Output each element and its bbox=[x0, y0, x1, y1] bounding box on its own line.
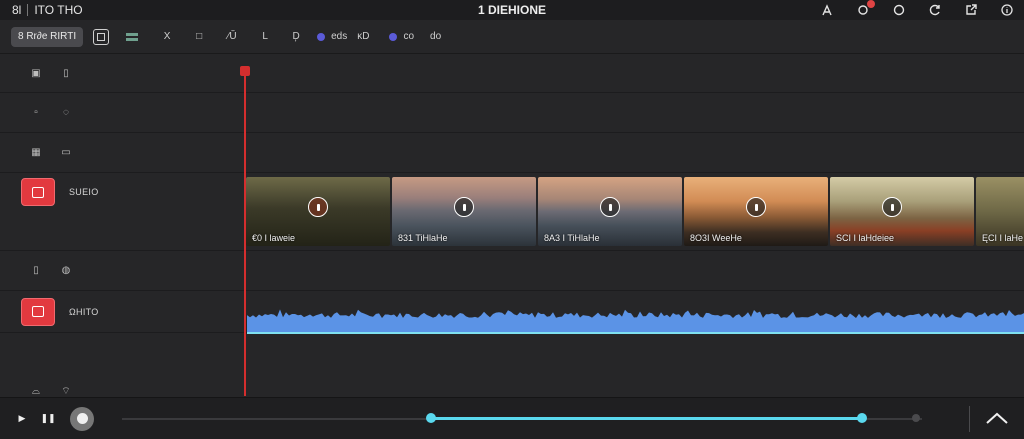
clip-preview-icon[interactable] bbox=[600, 197, 620, 217]
track-header-2: ▫ ◌ bbox=[0, 93, 244, 132]
visibility-icon[interactable]: ⌔ bbox=[59, 384, 73, 398]
tag-1-extra: ĸD bbox=[357, 31, 370, 42]
video-track-label: SUEIO bbox=[69, 187, 99, 197]
track-header-1: ▣ ▯ bbox=[0, 54, 244, 92]
track-header-3: ▦ ▭ bbox=[0, 133, 244, 172]
play-icon[interactable]: ▶ bbox=[14, 411, 30, 427]
video-clip[interactable]: ĘCI I laHe bbox=[976, 177, 1024, 246]
audio-track-button[interactable] bbox=[21, 297, 55, 326]
refresh-icon[interactable] bbox=[928, 3, 942, 17]
record-icon[interactable] bbox=[892, 3, 906, 17]
visibility-icon[interactable]: ◌ bbox=[59, 106, 73, 120]
lock-icon[interactable]: ▯ bbox=[29, 264, 43, 278]
tag-2[interactable]: co do bbox=[389, 28, 441, 46]
clip-label: 8A3 I TiHlaHe bbox=[544, 233, 600, 243]
editor-toolbar: 8 Rr∂e RIRTI X □ ⁄Ŭ L D̦ eds ĸD co do bbox=[0, 20, 1024, 54]
audio-track-label: ΩHITO bbox=[69, 306, 99, 317]
clip-preview-icon[interactable] bbox=[454, 197, 474, 217]
export-icon[interactable] bbox=[964, 3, 978, 17]
clip-preview-icon[interactable] bbox=[746, 197, 766, 217]
clip-label: 8O3I WeeHe bbox=[690, 233, 742, 243]
audio-baseline bbox=[247, 332, 1024, 334]
crop-tool[interactable]: □ bbox=[193, 28, 205, 46]
playhead[interactable] bbox=[244, 66, 246, 396]
app-menu-label[interactable]: 8l bbox=[12, 3, 21, 17]
clip-label: SCI I laHdeiee bbox=[836, 233, 895, 243]
audio-track-icon bbox=[32, 306, 44, 317]
video-clip[interactable]: 8A3 I TiHlaHe bbox=[538, 177, 682, 246]
main-tool-button[interactable]: 8 Rr∂e RIRTI bbox=[11, 26, 84, 47]
zoom-dot[interactable] bbox=[912, 414, 920, 422]
clip-label: 831 TiHlaHe bbox=[398, 233, 448, 243]
track-header-4: ▯ ◍ bbox=[0, 251, 244, 290]
video-editor-app: 8l ITO THO 1 DIEHIONE 8 Rr∂e RIRTI X □ ⁄… bbox=[0, 0, 1024, 439]
video-clip[interactable]: €0 I laweie bbox=[246, 177, 390, 246]
video-clip[interactable]: 831 TiHlaHe bbox=[392, 177, 536, 246]
text-tool[interactable]: L bbox=[259, 28, 271, 46]
range-end-handle[interactable] bbox=[857, 413, 867, 423]
audio-waveform-shape bbox=[247, 309, 1024, 332]
track-row-4: ▯ ◍ bbox=[0, 251, 1024, 291]
transform-tool[interactable]: ⁄Ŭ bbox=[225, 28, 239, 46]
video-track-button[interactable] bbox=[21, 178, 55, 206]
visibility-icon[interactable]: ◍ bbox=[59, 264, 73, 278]
tag-2-dot bbox=[389, 32, 398, 41]
lock-icon[interactable]: ⌓ bbox=[29, 384, 43, 398]
clip-label: ĘCI I laHe bbox=[982, 233, 1024, 243]
tag-1-dot bbox=[317, 32, 326, 41]
pause-icon[interactable]: ❚❚ bbox=[40, 411, 56, 427]
project-name[interactable]: ITO THO bbox=[34, 3, 82, 17]
select-tool-icon[interactable] bbox=[93, 28, 110, 45]
audio-waveform[interactable] bbox=[247, 306, 1024, 334]
track-row-5: ⌓ ⌔ bbox=[0, 333, 1024, 397]
visibility-icon[interactable]: ▯ bbox=[59, 66, 73, 80]
clip-label: €0 I laweie bbox=[252, 233, 296, 243]
lock-icon[interactable]: ▣ bbox=[29, 66, 43, 80]
info-icon[interactable] bbox=[1000, 3, 1014, 17]
clip-preview-icon[interactable] bbox=[882, 197, 902, 217]
title-divider bbox=[27, 4, 29, 16]
video-clip[interactable]: 8O3I WeeHe bbox=[684, 177, 828, 246]
track-header-audio: ΩHITO bbox=[0, 291, 244, 332]
chevron-up-icon[interactable] bbox=[985, 408, 1009, 428]
video-clips: €0 I laweie 831 TiHlaHe 8A3 I TiHlaHe 8O… bbox=[246, 177, 1024, 246]
title-bar-actions bbox=[820, 0, 1014, 20]
progress-range bbox=[431, 417, 862, 420]
delete-tool[interactable]: D̦ bbox=[289, 28, 303, 46]
clip-preview-icon[interactable] bbox=[308, 197, 328, 217]
notification-badge bbox=[867, 0, 875, 8]
tag-1-label: eds bbox=[331, 31, 348, 42]
jog-wheel[interactable] bbox=[70, 406, 94, 431]
track-header-video: SUEIO bbox=[0, 173, 244, 211]
transport-bar: ▶ ❚❚ bbox=[0, 397, 1024, 439]
layers-icon[interactable] bbox=[125, 28, 139, 46]
split-tool[interactable]: X bbox=[161, 28, 173, 46]
range-start-handle[interactable] bbox=[426, 413, 436, 423]
track-row-3: ▦ ▭ bbox=[0, 133, 1024, 173]
video-track-icon bbox=[32, 186, 44, 198]
lock-icon[interactable]: ▫ bbox=[29, 106, 43, 120]
title-bar-left: 8l ITO THO bbox=[0, 3, 83, 17]
tag-2-extra: do bbox=[430, 31, 442, 42]
video-clip[interactable]: SCI I laHdeiee bbox=[830, 177, 974, 246]
title-bar: 8l ITO THO 1 DIEHIONE bbox=[0, 0, 1024, 20]
notifications-icon[interactable] bbox=[856, 0, 875, 17]
people-icon[interactable] bbox=[820, 3, 834, 17]
tag-1[interactable]: eds ĸD bbox=[317, 28, 369, 46]
playhead-handle[interactable] bbox=[240, 66, 250, 76]
track-row-2: ▫ ◌ bbox=[0, 93, 1024, 133]
tag-2-label: co bbox=[403, 31, 415, 42]
transport-divider bbox=[969, 406, 970, 432]
track-row-1: ▣ ▯ bbox=[0, 54, 1024, 93]
lock-icon[interactable]: ▦ bbox=[29, 146, 43, 160]
visibility-icon[interactable]: ▭ bbox=[59, 146, 73, 160]
